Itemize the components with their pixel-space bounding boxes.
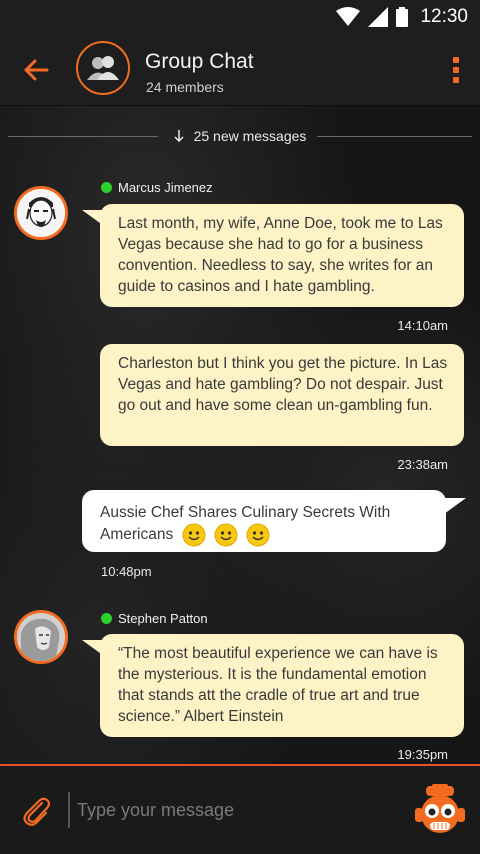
member-count: 24 members — [146, 79, 224, 95]
send-button[interactable] — [412, 784, 468, 840]
menu-dot — [453, 77, 459, 83]
smiley-icon — [246, 523, 270, 547]
online-indicator — [101, 182, 112, 193]
group-avatar[interactable] — [76, 41, 130, 95]
avatar[interactable] — [14, 610, 68, 664]
message-text: “The most beautiful experience we can ha… — [118, 645, 438, 725]
sender-label: Marcus Jimenez — [118, 180, 213, 195]
message-bubble[interactable]: Aussie Chef Shares Culinary Secrets With… — [82, 490, 446, 552]
battery-icon — [396, 7, 409, 27]
signal-icon — [368, 7, 389, 27]
status-bar: 12:30 — [0, 0, 480, 34]
back-arrow-icon — [24, 59, 49, 81]
message-bubble[interactable]: Charleston but I think you get the pictu… — [100, 344, 464, 446]
smiley-icon — [214, 523, 238, 547]
sender-name: Marcus Jimenez — [101, 180, 213, 195]
online-indicator — [101, 613, 112, 624]
message-input[interactable]: Type your message — [68, 792, 388, 828]
attach-button[interactable] — [20, 794, 52, 828]
message-time: 23:38am — [397, 457, 448, 472]
robot-send-icon — [415, 784, 465, 833]
new-messages-divider: 25 new messages — [0, 126, 480, 146]
smiley-icon — [182, 523, 206, 547]
sender-name: Stephen Patton — [101, 611, 208, 626]
status-time: 12:30 — [420, 6, 468, 27]
down-arrow-icon — [174, 130, 184, 142]
group-icon — [87, 56, 119, 80]
message-time: 19:35pm — [397, 747, 448, 762]
overflow-menu-button[interactable] — [444, 52, 468, 88]
overflow-menu-icon — [453, 57, 459, 63]
bubble-tail — [444, 498, 466, 514]
message-time: 10:48pm — [101, 564, 152, 579]
divider-label-wrap: 25 new messages — [164, 128, 317, 144]
chat-area[interactable]: 25 new messages Marcus Jimenez Last mont… — [0, 106, 480, 764]
wifi-icon — [336, 7, 361, 26]
back-button[interactable] — [20, 54, 52, 86]
message-text: Last month, my wife, Anne Doe, took me t… — [118, 215, 443, 295]
app-bar: Group Chat 24 members — [0, 34, 480, 106]
composer-bar: Type your message — [0, 764, 480, 854]
divider-line — [8, 136, 158, 137]
message-text: Aussie Chef Shares Culinary Secrets With… — [100, 504, 391, 544]
message-text: Charleston but I think you get the pictu… — [118, 355, 448, 414]
message-bubble[interactable]: Last month, my wife, Anne Doe, took me t… — [100, 204, 464, 307]
avatar[interactable] — [14, 186, 68, 240]
paperclip-icon — [23, 797, 51, 826]
menu-dot — [453, 67, 459, 73]
message-input-placeholder: Type your message — [77, 799, 235, 820]
divider-label: 25 new messages — [193, 128, 307, 144]
sender-label: Stephen Patton — [118, 611, 208, 626]
divider-line — [317, 136, 472, 137]
chat-title: Group Chat — [145, 50, 254, 73]
avatar-marcus-icon — [17, 189, 65, 237]
message-bubble[interactable]: “The most beautiful experience we can ha… — [100, 634, 464, 737]
message-time: 14:10am — [397, 318, 448, 333]
avatar-stephen-icon — [17, 613, 65, 661]
